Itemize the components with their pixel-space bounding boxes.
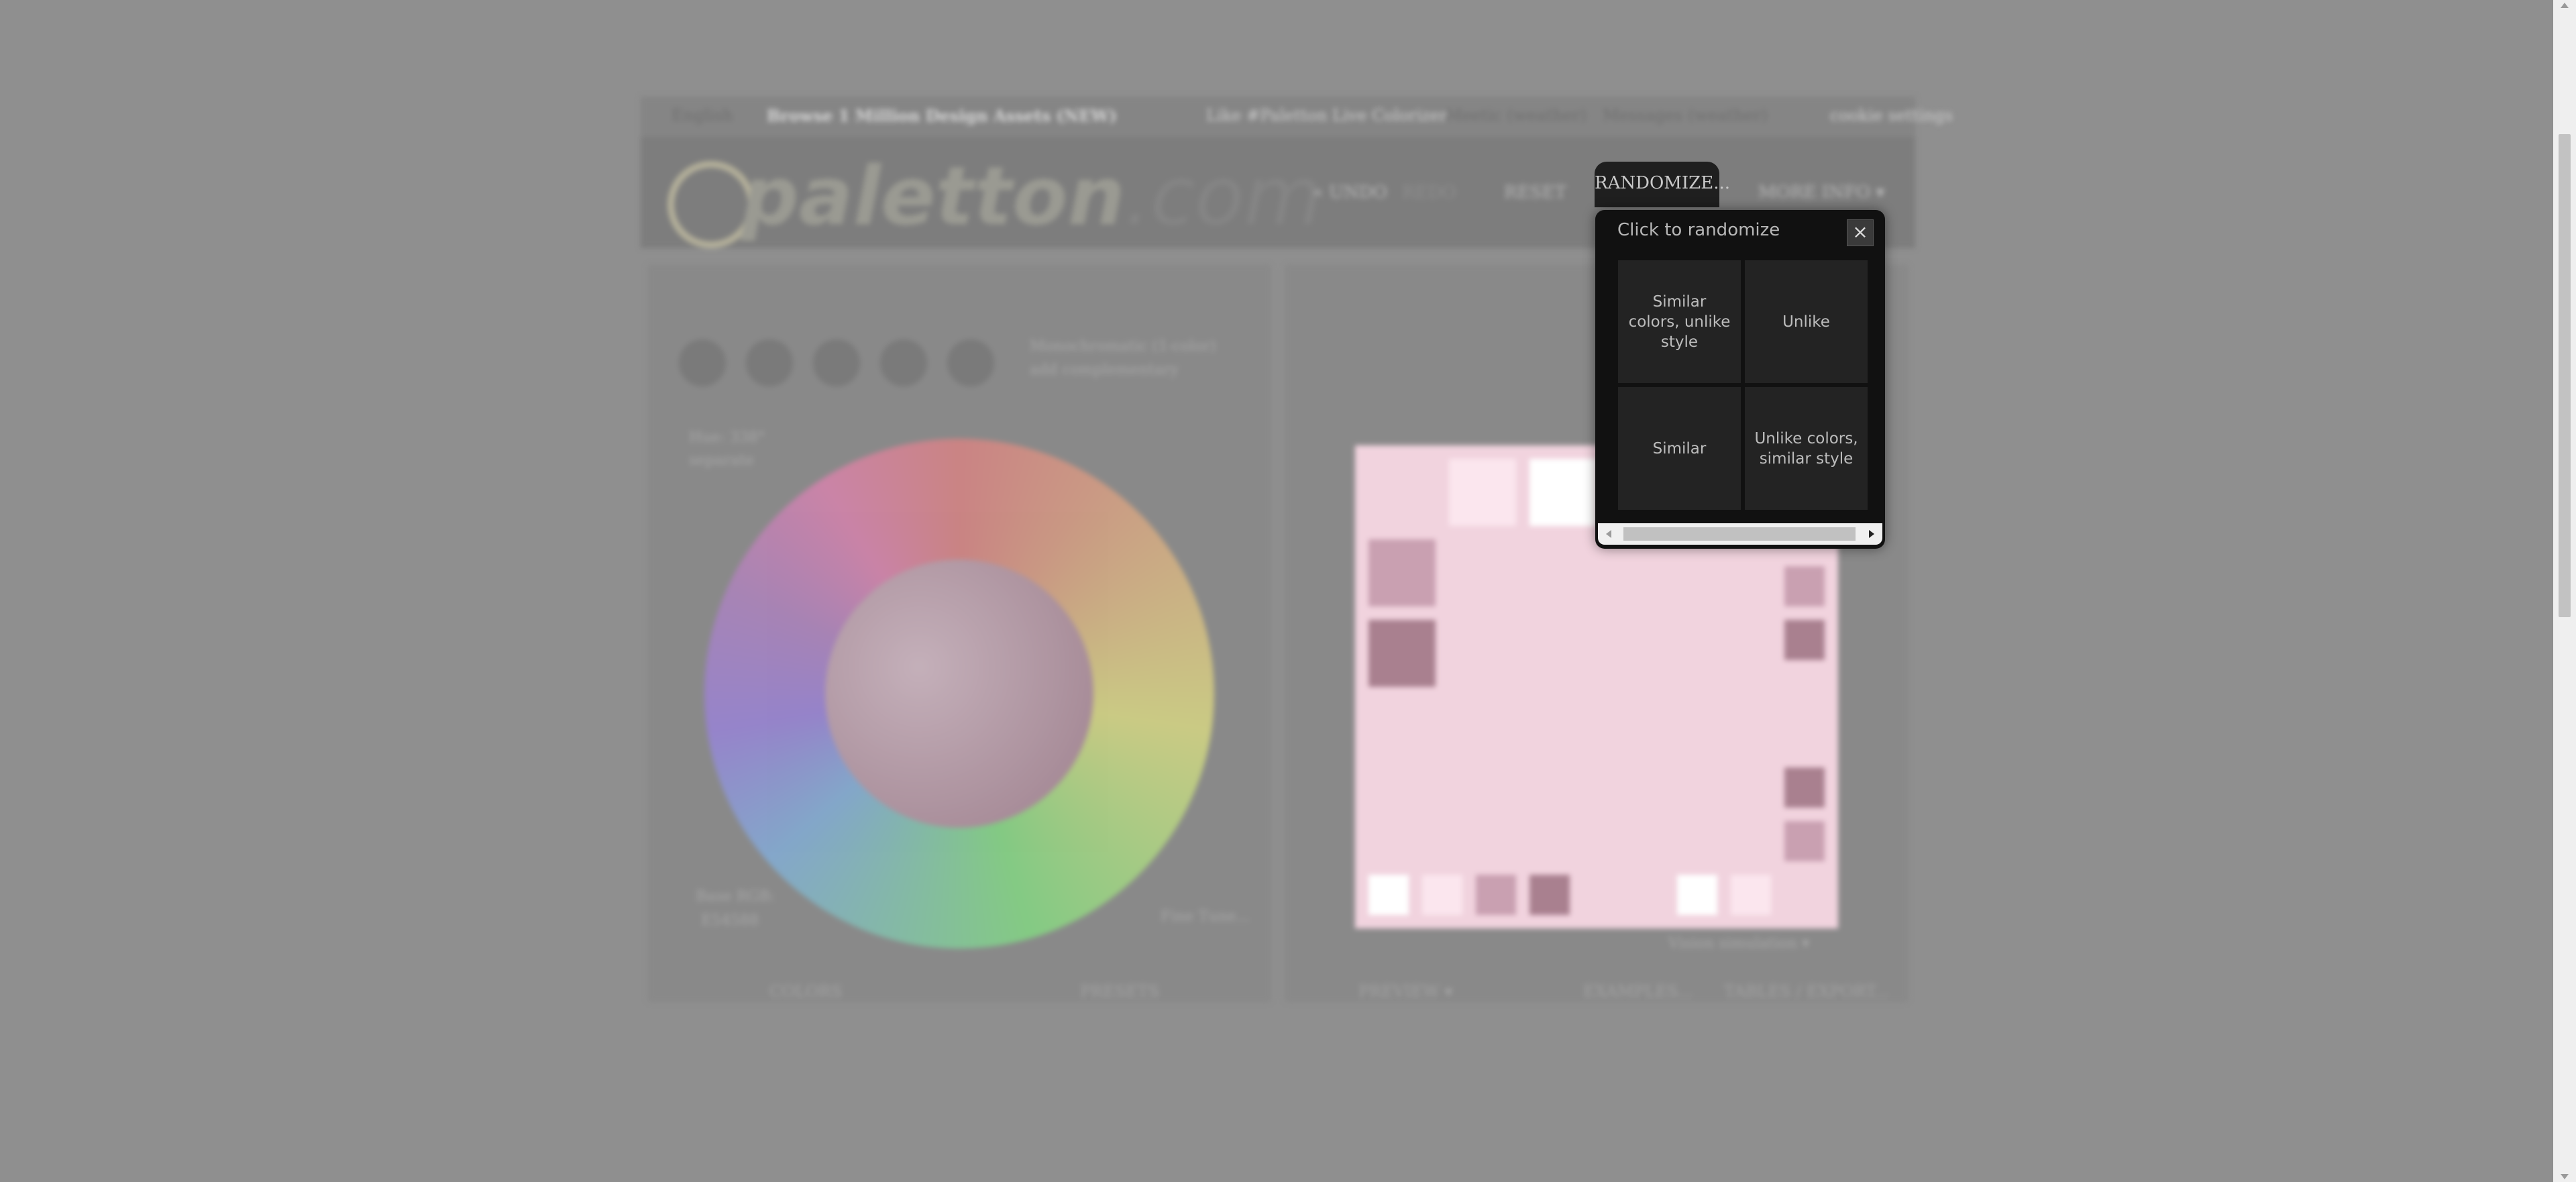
mode-adjacent-icon[interactable] [745, 338, 794, 388]
base-rgb-label: Base RGB: [696, 888, 775, 905]
popup-horizontal-scrollbar[interactable] [1598, 523, 1882, 545]
option-unlike-colors-similar-style[interactable]: Unlike colors, similar style [1745, 387, 1868, 510]
mode-label: Monochromatic (1-color) [1030, 338, 1216, 355]
hue-label: Hue: 338° [689, 429, 765, 446]
randomize-tab[interactable]: RANDOMIZE... [1595, 162, 1730, 207]
browse-link[interactable]: Browse 1 Million Design Assets (NEW) [767, 106, 1117, 125]
mode-tetrad-icon[interactable] [879, 338, 928, 388]
redo-button[interactable]: REDO [1402, 182, 1456, 203]
scroll-up-icon[interactable] [2561, 3, 2569, 8]
mode-mono-icon[interactable] [678, 338, 727, 388]
tab-preview[interactable]: PREVIEW ▾ [1358, 982, 1452, 1001]
undo-button[interactable]: « UNDO [1313, 182, 1387, 203]
randomize-popup: Click to randomize × Similar colors, unl… [1595, 210, 1885, 549]
page-scrollbar[interactable] [2553, 0, 2576, 1182]
vision-simulation-select[interactable]: Vision simulation ▾ [1668, 935, 1809, 952]
mode-sub-label[interactable]: add complementary [1030, 362, 1179, 378]
status-1: Meetic (weather) [1446, 106, 1587, 125]
logo: paletton.com [741, 150, 1323, 244]
reset-button[interactable]: RESET [1504, 182, 1566, 203]
like-link[interactable]: Like #Paletton Live Colorizer [1206, 106, 1448, 125]
language-select[interactable]: English [672, 106, 733, 125]
option-similar-colors-unlike-style[interactable]: Similar colors, unlike style [1618, 260, 1741, 383]
cookie-settings-link[interactable]: cookie settings [1830, 106, 1953, 125]
status-2: Messages (weather) [1603, 106, 1768, 125]
close-icon[interactable]: × [1847, 219, 1874, 246]
base-rgb-input[interactable]: E54588 [701, 912, 759, 929]
color-wheel-center[interactable] [825, 559, 1093, 828]
popup-title: Click to randomize [1617, 220, 1780, 240]
tab-tables-export[interactable]: TABLES / EXPORT... [1724, 982, 1889, 1001]
scroll-down-icon[interactable] [2561, 1174, 2569, 1179]
scroll-right-icon[interactable] [1869, 530, 1874, 538]
randomize-options-grid: Similar colors, unlike style Unlike Simi… [1618, 260, 1868, 512]
mode-free-icon[interactable] [946, 338, 996, 388]
fine-tune-link[interactable]: Fine Tune... [1161, 908, 1250, 925]
top-bar: English Browse 1 Million Design Assets (… [641, 97, 1953, 137]
option-unlike[interactable]: Unlike [1745, 260, 1868, 383]
mode-triad-icon[interactable] [812, 338, 861, 388]
tab-presets[interactable]: PRESETS [1080, 982, 1159, 1001]
scrollbar-thumb[interactable] [2559, 134, 2571, 617]
tab-examples[interactable]: EXAMPLES... [1583, 982, 1693, 1001]
scroll-left-icon[interactable] [1606, 530, 1611, 538]
option-similar[interactable]: Similar [1618, 387, 1741, 510]
hue-separate-toggle[interactable]: separate [689, 452, 754, 469]
color-wheel[interactable] [704, 439, 1214, 949]
tab-colors[interactable]: COLORS [769, 982, 842, 1001]
popup-scrollbar-thumb[interactable] [1623, 527, 1856, 541]
more-info-menu[interactable]: MORE INFO ▾ [1758, 182, 1884, 203]
